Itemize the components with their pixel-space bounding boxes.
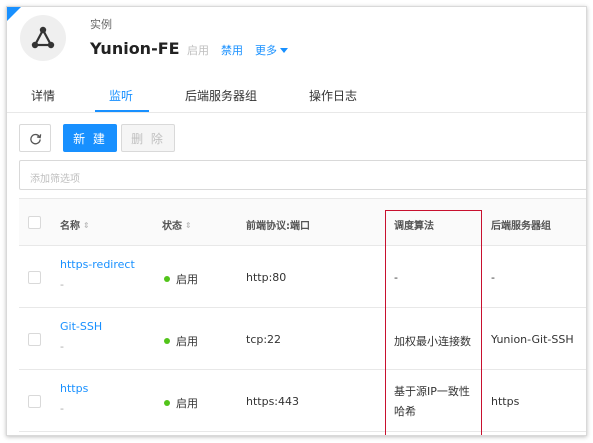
more-label: 更多 (255, 44, 277, 57)
tab-backend-groups[interactable]: 后端服务器组 (185, 87, 257, 104)
delete-button[interactable]: 删 除 (121, 124, 175, 152)
status-cell: 启用 (164, 333, 198, 349)
status-label: 启用 (176, 397, 198, 410)
new-button[interactable]: 新 建 (63, 124, 117, 152)
backend-group-cell: Yunion-Git-SSH (491, 333, 574, 346)
tab-bar: 详情 监听 后端服务器组 操作日志 (7, 75, 586, 113)
tab-listeners[interactable]: 监听 (109, 87, 133, 104)
table-row: https - 启用 https:443 基于源IP一致性哈希 https (19, 370, 586, 432)
sort-icon: ⇕ (83, 221, 90, 230)
listener-table: 名称 ⇕ 状态 ⇕ 前端协议:端口 调度算法 后端服务器组 https-redire… (19, 198, 586, 432)
tab-operation-log[interactable]: 操作日志 (309, 87, 357, 104)
listener-name-link[interactable]: Git-SSH (60, 320, 102, 333)
column-header-algorithm: 调度算法 (394, 221, 434, 232)
listener-name-link[interactable]: https-redirect (60, 258, 135, 271)
table-header: 名称 ⇕ 状态 ⇕ 前端协议:端口 调度算法 后端服务器组 (19, 198, 586, 246)
resource-name: Yunion-FE (90, 39, 180, 58)
listener-name-link[interactable]: https (60, 382, 88, 395)
loadbalancer-icon (31, 26, 55, 49)
refresh-button[interactable] (19, 124, 51, 152)
status-cell: 启用 (164, 271, 198, 287)
column-header-status[interactable]: 状态 ⇕ (162, 217, 192, 232)
more-dropdown[interactable]: 更多 (255, 42, 288, 58)
row-checkbox[interactable] (28, 333, 41, 346)
column-header-status-label: 状态 (162, 221, 182, 232)
status-label: 启用 (176, 335, 198, 348)
detail-panel: 实例 Yunion-FE 启用 禁用 更多 详情 监听 后端服务器组 操作日志 … (6, 6, 587, 436)
backend-group-cell: https (491, 395, 520, 408)
row-checkbox[interactable] (28, 395, 41, 408)
sort-icon: ⇕ (185, 221, 192, 230)
status-dot-icon (164, 400, 170, 406)
row-checkbox[interactable] (28, 271, 41, 284)
protocol-cell: https:443 (246, 395, 300, 408)
listener-sub-text: - (60, 278, 64, 291)
algorithm-cell: - (394, 271, 398, 284)
select-all-checkbox[interactable] (28, 216, 41, 229)
column-header-name[interactable]: 名称 ⇕ (60, 217, 90, 232)
resource-type-label: 实例 (90, 18, 112, 31)
status-dot-icon (164, 338, 170, 344)
column-header-name-label: 名称 (60, 221, 80, 232)
enable-button[interactable]: 启用 (187, 42, 209, 58)
tab-details[interactable]: 详情 (31, 87, 55, 104)
table-row: https-redirect - 启用 http:80 - - (19, 246, 586, 308)
protocol-cell: http:80 (246, 271, 287, 284)
active-tab-indicator (95, 110, 149, 112)
caret-down-icon (280, 48, 288, 53)
status-dot-icon (164, 276, 170, 282)
table-row: Git-SSH - 启用 tcp:22 加权最小连接数 Yunion-Git-S… (19, 308, 586, 370)
filter-input[interactable]: 添加筛选项 (19, 160, 586, 190)
listener-sub-text: - (60, 402, 64, 415)
header-actions: 启用 禁用 更多 (187, 42, 288, 58)
status-cell: 启用 (164, 395, 198, 411)
column-header-backend-group: 后端服务器组 (491, 221, 551, 232)
backend-group-cell: - (491, 271, 495, 284)
status-label: 启用 (176, 273, 198, 286)
disable-button[interactable]: 禁用 (221, 42, 243, 58)
column-header-protocol: 前端协议:端口 (246, 221, 310, 232)
listener-sub-text: - (60, 340, 64, 353)
protocol-cell: tcp:22 (246, 333, 282, 346)
corner-marker (7, 7, 21, 21)
refresh-icon (29, 133, 41, 144)
algorithm-cell: 基于源IP一致性哈希 (394, 385, 470, 418)
algorithm-cell: 加权最小连接数 (394, 335, 471, 348)
resource-icon (20, 15, 66, 61)
